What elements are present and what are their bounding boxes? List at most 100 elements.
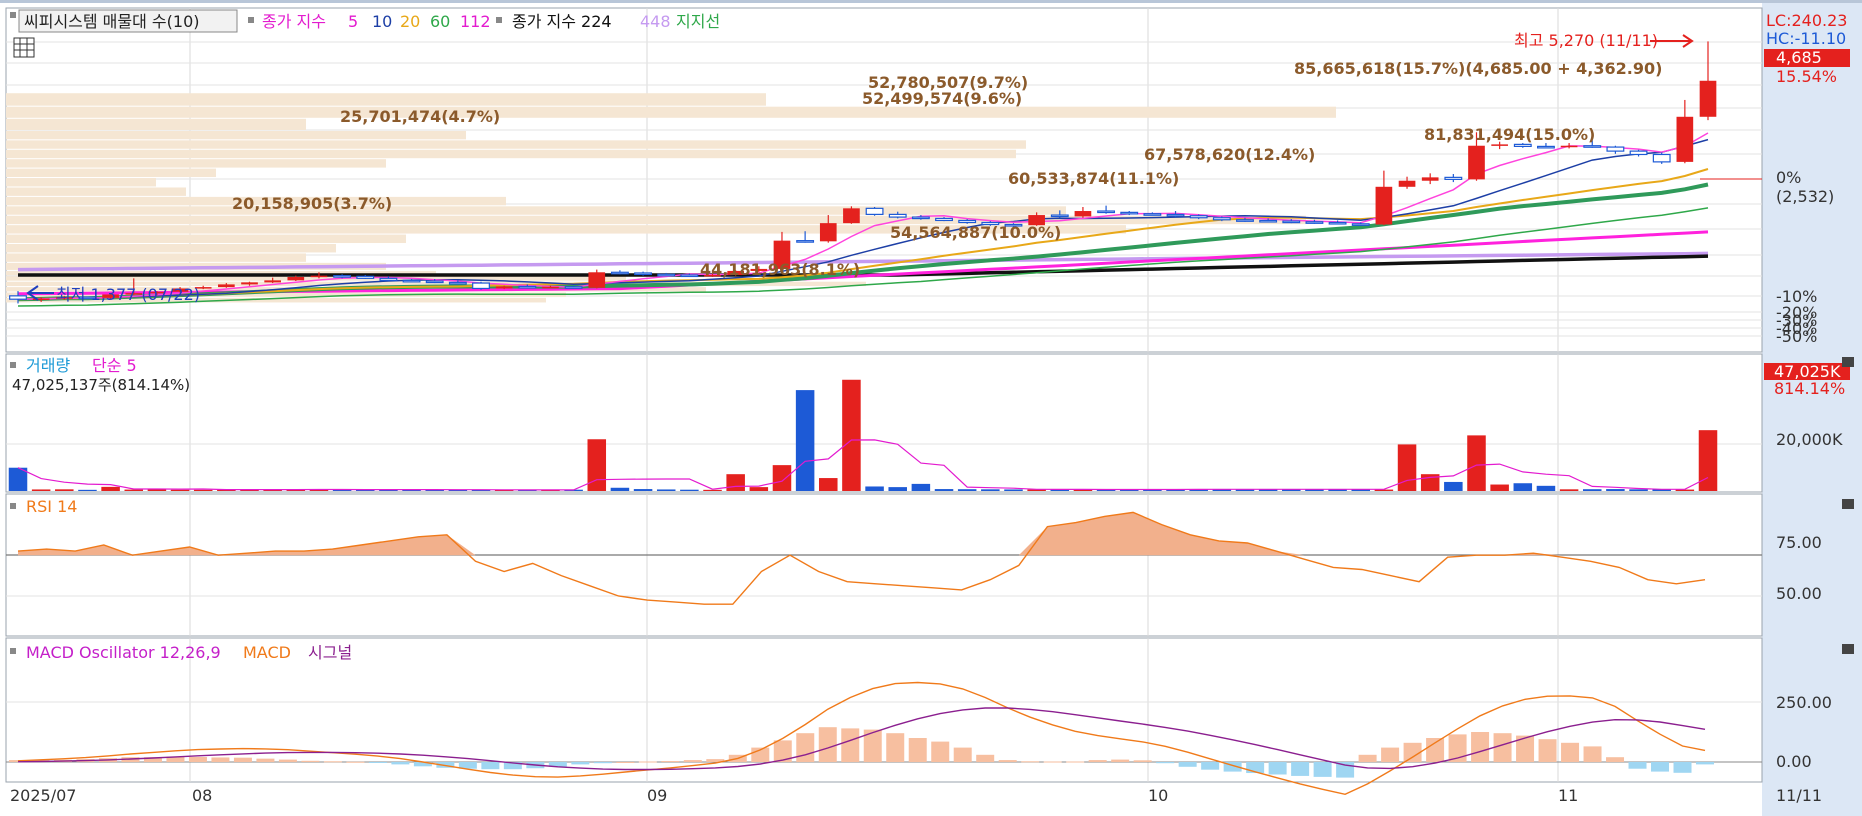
legend-ma-448[interactable]: 448 <box>640 12 671 31</box>
candle-body-up[interactable] <box>1421 177 1439 181</box>
candle-body-down[interactable] <box>9 295 27 300</box>
volume-bar[interactable] <box>749 487 769 491</box>
candle-body-up[interactable] <box>843 208 860 224</box>
candle-body-down[interactable] <box>1583 145 1602 148</box>
volume-bar[interactable] <box>1629 489 1648 491</box>
candle-body-up[interactable] <box>1560 145 1578 148</box>
candle-body-down[interactable] <box>1351 223 1370 226</box>
candle-body-down[interactable] <box>1166 213 1185 217</box>
candle-body-down[interactable] <box>865 207 884 215</box>
volume-bar[interactable] <box>957 489 977 491</box>
candle-body-up[interactable] <box>310 275 328 278</box>
volume-title[interactable]: 거래량 <box>26 356 70 375</box>
volume-bar[interactable] <box>1559 489 1579 491</box>
candle-body-down[interactable] <box>379 277 398 281</box>
candle-body-down[interactable] <box>1537 145 1555 149</box>
volume-bar[interactable] <box>193 489 213 491</box>
legend-ma-5[interactable]: 5 <box>348 12 358 31</box>
legend-ma-224[interactable]: 종가 지수 224 <box>512 12 612 31</box>
legend-ma-20[interactable]: 20 <box>400 12 420 31</box>
volume-bar[interactable] <box>1698 430 1718 491</box>
candle-body-up[interactable] <box>588 272 606 288</box>
candle-body-down[interactable] <box>1444 176 1463 180</box>
volume-bar[interactable] <box>1536 485 1556 491</box>
candle-body-up[interactable] <box>495 286 513 289</box>
legend-ma-60[interactable]: 60 <box>430 12 450 31</box>
candle-body-down[interactable] <box>1606 146 1625 152</box>
volume-bar[interactable] <box>680 489 699 491</box>
candle-body-down[interactable] <box>448 281 467 285</box>
volume-bar[interactable] <box>1513 483 1533 491</box>
candle-body-down[interactable] <box>333 275 352 278</box>
candle-body-up[interactable] <box>1699 80 1717 117</box>
candle-body-down[interactable] <box>1629 150 1648 156</box>
candle-body-down[interactable] <box>1097 210 1116 214</box>
volume-bar[interactable] <box>124 489 144 491</box>
volume-bar[interactable] <box>981 489 1000 491</box>
candle-body-down[interactable] <box>356 275 375 279</box>
volume-bar[interactable] <box>610 487 630 491</box>
legend-toggle-icon[interactable] <box>10 503 16 509</box>
macd-osc-title[interactable]: MACD Oscillator 12,26,9 <box>26 643 221 662</box>
volume-bar[interactable] <box>656 489 676 491</box>
candle-body-down[interactable] <box>472 282 490 290</box>
legend-toggle-icon[interactable] <box>10 648 16 654</box>
volume-bar[interactable] <box>1490 484 1509 491</box>
legend-toggle-icon[interactable] <box>10 362 16 368</box>
candle-body-down[interactable] <box>1513 143 1532 148</box>
volume-bar[interactable] <box>170 489 190 491</box>
table-icon[interactable] <box>13 37 35 58</box>
volume-bar[interactable] <box>934 489 954 491</box>
legend-toggle-icon[interactable] <box>496 17 502 23</box>
volume-bar[interactable] <box>1004 489 1023 491</box>
candle-body-up[interactable] <box>241 282 258 285</box>
volume-bar[interactable] <box>78 489 97 491</box>
legend-ma-label[interactable]: 종가 지수 <box>262 12 326 31</box>
volume-ma-label[interactable]: 단순 5 <box>92 356 137 375</box>
candle-body-up[interactable] <box>264 280 281 283</box>
legend-vol-profile[interactable]: 씨피시스템 매물대 수(10) <box>24 12 200 31</box>
volume-bar[interactable] <box>633 489 653 491</box>
candle-body-up[interactable] <box>287 276 305 281</box>
volume-bar[interactable] <box>888 487 907 491</box>
volume-bar[interactable] <box>1606 489 1625 491</box>
candle-body-down[interactable] <box>610 271 629 275</box>
candle-body-down[interactable] <box>634 272 653 276</box>
candle-body-up[interactable] <box>218 284 235 288</box>
candle-body-down[interactable] <box>680 274 699 278</box>
candle-body-down[interactable] <box>518 285 537 289</box>
candle-body-down[interactable] <box>425 280 444 284</box>
candle-body-down[interactable] <box>1282 220 1301 224</box>
candle-body-down[interactable] <box>1328 221 1347 225</box>
candle-body-up[interactable] <box>1398 180 1416 187</box>
volume-bar[interactable] <box>1582 489 1602 491</box>
candle-body-down[interactable] <box>888 213 907 218</box>
candle-body-down[interactable] <box>402 279 421 283</box>
candle-body-up[interactable] <box>542 286 559 289</box>
candle-body-down[interactable] <box>1143 213 1162 216</box>
candle-body-down[interactable] <box>1050 214 1069 218</box>
candle-body-down[interactable] <box>911 216 930 220</box>
candle-body-down[interactable] <box>1236 219 1254 222</box>
volume-bar[interactable] <box>819 478 838 491</box>
volume-bar[interactable] <box>101 486 120 491</box>
candle-body-down[interactable] <box>1652 153 1671 163</box>
volume-bar[interactable] <box>795 390 815 491</box>
volume-bar[interactable] <box>772 465 792 491</box>
volume-bar[interactable] <box>842 379 861 491</box>
candle-body-up[interactable] <box>1074 211 1092 217</box>
legend-toggle-icon[interactable] <box>10 12 16 18</box>
legend-ma-112[interactable]: 112 <box>460 12 491 31</box>
candle-body-up[interactable] <box>1375 186 1393 225</box>
macd-title[interactable]: MACD <box>243 643 291 662</box>
volume-bar[interactable] <box>865 486 884 491</box>
rsi-title[interactable]: RSI 14 <box>26 497 77 516</box>
volume-bar[interactable] <box>911 483 931 491</box>
volume-bar[interactable] <box>1444 481 1463 491</box>
volume-bar[interactable] <box>55 489 74 491</box>
volume-bar[interactable] <box>703 489 722 491</box>
close-panel-icon[interactable] <box>1842 499 1854 509</box>
candle-body-down[interactable] <box>1305 221 1324 224</box>
legend-support[interactable]: 지지선 <box>676 12 720 31</box>
volume-bar[interactable] <box>1467 435 1486 491</box>
